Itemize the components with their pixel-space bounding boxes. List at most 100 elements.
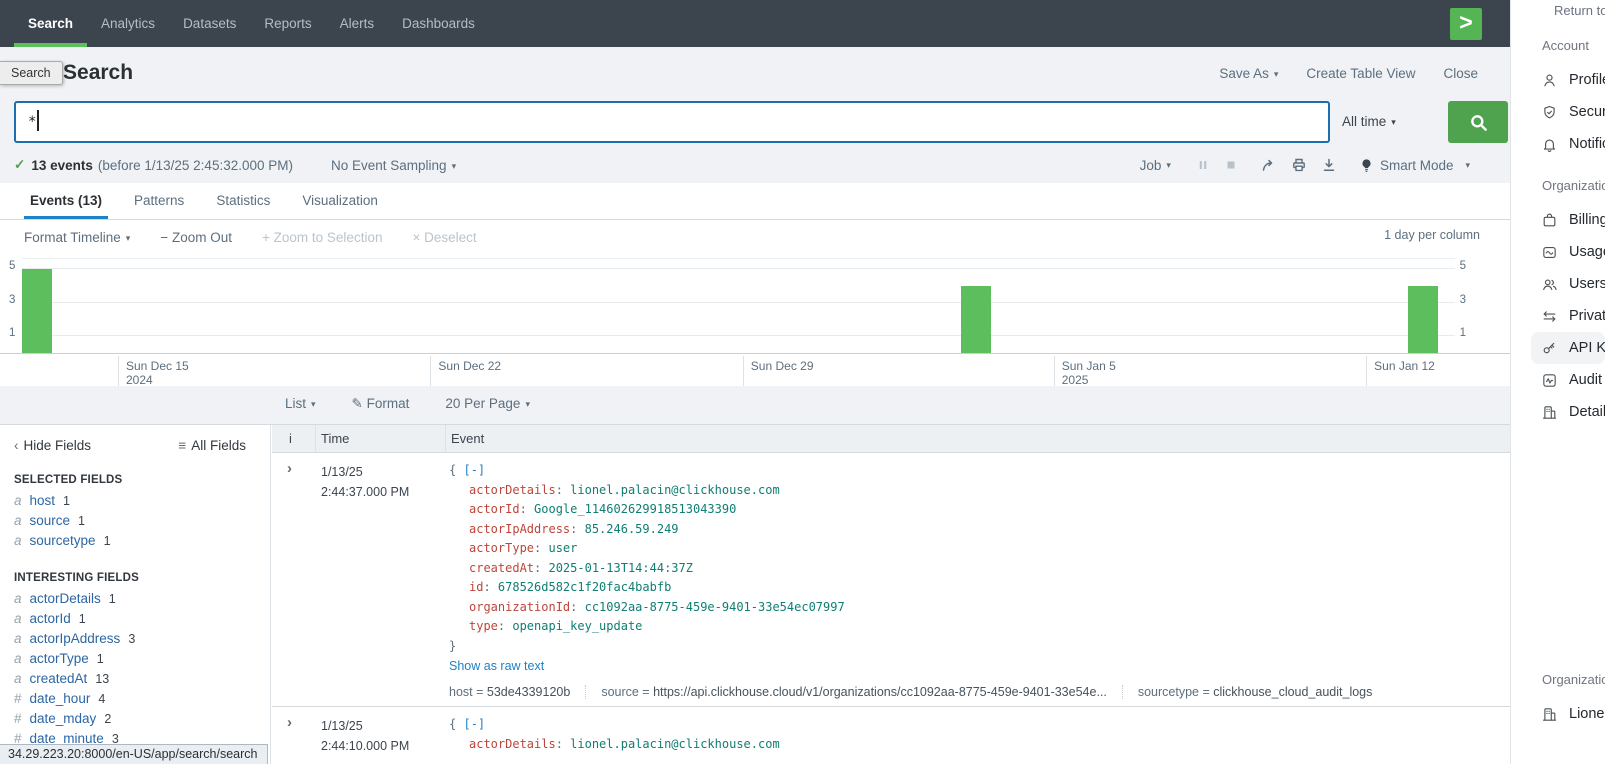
pause-button[interactable]: [1196, 158, 1210, 172]
x-tick-label: Sun Jan 12: [1374, 359, 1435, 373]
field-date-hour[interactable]: #date_hour4: [0, 689, 270, 709]
menu-item-details[interactable]: Details: [1511, 396, 1605, 428]
expand-chevron-icon[interactable]: ›: [272, 707, 316, 760]
topnav-item-alerts[interactable]: Alerts: [326, 0, 389, 47]
close-button[interactable]: Close: [1443, 66, 1478, 81]
save-as-button[interactable]: Save As▾: [1219, 66, 1278, 81]
search-mode-dropdown[interactable]: Smart Mode▾: [1360, 158, 1470, 173]
topnav-item-search[interactable]: Search: [14, 0, 87, 47]
timeline-bar[interactable]: [22, 269, 52, 353]
field-source[interactable]: asource1: [0, 511, 270, 531]
menu-item-notifications[interactable]: Notifications: [1511, 128, 1605, 160]
x-axis-tick: Sun Dec 29: [743, 356, 814, 386]
field-name: actorType: [30, 651, 89, 666]
timeline-bar[interactable]: [1408, 286, 1438, 353]
search-button[interactable]: [1448, 101, 1508, 143]
timeline-chart: Sun Dec 152024Sun Dec 22Sun Dec 29Sun Ja…: [0, 256, 1510, 386]
field-name: source: [30, 513, 71, 528]
collapse-json-link[interactable]: [-]: [463, 463, 485, 477]
tab-statistics[interactable]: Statistics: [200, 183, 286, 219]
job-done-check-icon: ✓: [14, 157, 25, 173]
field-createdat[interactable]: acreatedAt13: [0, 669, 270, 689]
json-colon: :: [483, 580, 497, 594]
zoom-to-selection-button[interactable]: + Zoom to Selection: [262, 230, 382, 245]
tab-visualization[interactable]: Visualization: [286, 183, 394, 219]
job-menu[interactable]: Job▾: [1140, 158, 1171, 173]
field-type-prefix: a: [14, 631, 22, 646]
json-key: actorIpAddress: [469, 522, 570, 536]
timeline-bar[interactable]: [961, 286, 991, 353]
y-axis-label: 5: [1460, 260, 1466, 272]
event-meta-host[interactable]: host = 53de4339120b: [449, 685, 585, 699]
field-count: 13: [95, 672, 109, 686]
list-icon: ≡: [178, 438, 186, 453]
y-axis-label: 5: [9, 260, 15, 272]
search-input[interactable]: *: [14, 101, 1330, 143]
json-line: id: 678526d582c1f20fac4babfb: [449, 578, 1510, 598]
event-sampling-dropdown[interactable]: No Event Sampling▾: [331, 158, 456, 173]
format-timeline-dropdown[interactable]: Format Timeline▾: [24, 230, 130, 245]
export-button[interactable]: [1321, 157, 1337, 173]
menu-item-api-keys[interactable]: API Keys: [1531, 332, 1605, 364]
field-sourcetype[interactable]: asourcetype1: [0, 531, 270, 551]
field-actortype[interactable]: aactorType1: [0, 649, 270, 669]
x-axis-tick: Sun Jan 52025: [1054, 356, 1116, 386]
time-range-dropdown[interactable]: All time▾: [1342, 101, 1396, 143]
field-count: 1: [63, 494, 70, 508]
audit-icon: [1541, 372, 1558, 389]
section-label-organization: Organization: [1542, 178, 1605, 196]
topnav-item-dashboards[interactable]: Dashboards: [388, 0, 489, 47]
clickhouse-settings-panel: Return to Account Profile Security Notif…: [1510, 0, 1605, 764]
deselect-button[interactable]: × Deselect: [412, 230, 476, 245]
search-app-tooltip: Search: [0, 61, 63, 85]
share-icon: [1261, 157, 1277, 173]
topnav-item-datasets[interactable]: Datasets: [169, 0, 250, 47]
all-fields-button[interactable]: ≡All Fields: [178, 438, 246, 453]
tab-events-13[interactable]: Events (13): [14, 183, 118, 219]
chevron-left-icon: ‹: [14, 438, 19, 453]
menu-item-security[interactable]: Security: [1511, 96, 1605, 128]
x-icon: ×: [412, 230, 420, 245]
menu-item-audit[interactable]: Audit: [1511, 364, 1605, 396]
fields-sidebar: ‹Hide Fields ≡All Fields SELECTED FIELDS…: [0, 425, 271, 764]
return-to-link[interactable]: Return to: [1554, 3, 1605, 18]
print-button[interactable]: [1291, 157, 1307, 173]
show-raw-text-link[interactable]: Show as raw text: [449, 659, 544, 673]
create-table-view-button[interactable]: Create Table View: [1306, 66, 1415, 81]
event-meta-sourcetype[interactable]: sourcetype = clickhouse_cloud_audit_logs: [1122, 685, 1388, 699]
menu-item-organization[interactable]: Lionel's Organization: [1511, 698, 1605, 730]
chevron-down-icon: ▾: [1166, 160, 1171, 171]
chevron-down-icon: ▾: [1274, 69, 1279, 80]
timeline-plot[interactable]: [22, 258, 1455, 353]
per-page-dropdown[interactable]: 20 Per Page▾: [445, 396, 530, 412]
hide-fields-button[interactable]: ‹Hide Fields: [14, 438, 91, 453]
stop-button[interactable]: [1224, 158, 1238, 172]
field-actorid[interactable]: aactorId1: [0, 609, 270, 629]
menu-item-billing[interactable]: Billing: [1511, 204, 1605, 236]
field-actoripaddress[interactable]: aactorIpAddress3: [0, 629, 270, 649]
zoom-out-button[interactable]: − Zoom Out: [160, 230, 232, 245]
json-key: actorId: [469, 502, 520, 516]
field-type-prefix: a: [14, 493, 22, 508]
collapse-json-link[interactable]: [-]: [463, 717, 485, 731]
topnav-item-reports[interactable]: Reports: [250, 0, 325, 47]
share-button[interactable]: [1261, 157, 1277, 173]
topnav-item-analytics[interactable]: Analytics: [87, 0, 169, 47]
field-host[interactable]: ahost1: [0, 491, 270, 511]
json-colon: :: [556, 483, 570, 497]
list-view-dropdown[interactable]: List▾: [285, 396, 316, 412]
event-meta-source[interactable]: source = https://api.clickhouse.cloud/v1…: [585, 685, 1122, 699]
splunk-logo-icon[interactable]: >: [1450, 8, 1482, 40]
tab-patterns[interactable]: Patterns: [118, 183, 200, 219]
menu-item-usage[interactable]: Usage: [1511, 236, 1605, 268]
field-actordetails[interactable]: aactorDetails1: [0, 589, 270, 609]
format-results-button[interactable]: ✎ Format: [352, 396, 410, 412]
expand-chevron-icon[interactable]: ›: [272, 453, 316, 706]
chevron-down-icon: ▾: [1391, 101, 1396, 143]
field-date-mday[interactable]: #date_mday2: [0, 709, 270, 729]
event-row: › 1/13/25 2:44:37.000 PM { [-] actorDeta…: [272, 453, 1510, 707]
chart-gridline: [22, 335, 1455, 336]
menu-item-users[interactable]: Users: [1511, 268, 1605, 300]
menu-item-private-endpoints[interactable]: Private Endpoints: [1511, 300, 1605, 332]
menu-item-profile[interactable]: Profile: [1511, 64, 1605, 96]
